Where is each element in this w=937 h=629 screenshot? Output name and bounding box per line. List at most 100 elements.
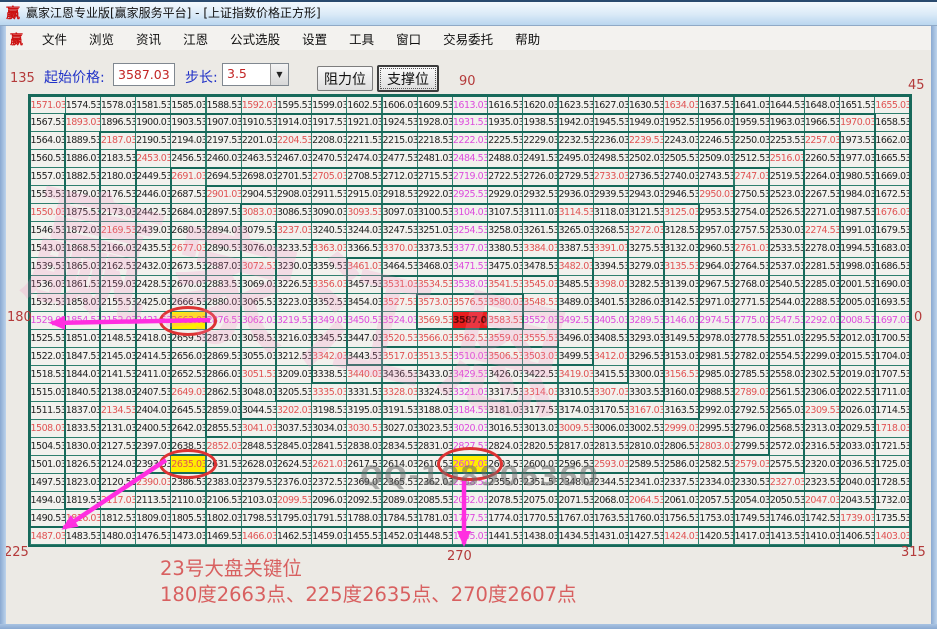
grid-cell: 2691.03 (171, 168, 205, 185)
grid-cell: 2316.53 (805, 438, 839, 455)
grid-cell: 2806.53 (664, 438, 698, 455)
grid-cell: 3555.53 (523, 330, 557, 347)
grid-cell: 3370.03 (383, 240, 417, 257)
grid-cell: 3128.53 (664, 222, 698, 239)
grid-cell: 1966.53 (805, 114, 839, 131)
grid-cell: 1977.03 (840, 150, 874, 167)
grid-cell: 2131.03 (101, 420, 135, 437)
grid-cell: 1770.53 (523, 510, 557, 527)
grid-cell: 2502.03 (629, 150, 663, 167)
grid-cell: 2698.03 (242, 168, 276, 185)
menu-item-7[interactable]: 工具 (338, 26, 385, 51)
grid-cell: 3562.53 (453, 330, 487, 347)
grid-cell: 1924.53 (383, 114, 417, 131)
grid-cell: 2061.03 (664, 492, 698, 509)
degree-label-315: 315 (901, 545, 926, 560)
grid-cell: 2936.03 (559, 186, 593, 203)
grid-cell: 1536.03 (31, 276, 65, 293)
grid-cell: 2365.53 (383, 474, 417, 491)
grid-cell: 2120.53 (101, 474, 135, 491)
grid-cell: 1420.53 (699, 528, 733, 545)
grid-cell: 1987.53 (840, 204, 874, 221)
menu-item-9[interactable]: 交易委托 (432, 26, 504, 51)
grid-cell: 3198.53 (312, 402, 346, 419)
grid-cell: 1963.03 (770, 114, 804, 131)
grid-cell: 1802.03 (207, 510, 241, 527)
grid-cell: 1427.53 (629, 528, 663, 545)
grid-cell: 2761.03 (735, 240, 769, 257)
grid-cell: 2775.03 (735, 312, 769, 329)
grid-cell: 2323.53 (805, 474, 839, 491)
grid-cell: 3023.53 (418, 420, 452, 437)
menu-item-3[interactable]: 资讯 (125, 26, 172, 51)
grid-cell: 2285.03 (805, 276, 839, 293)
grid-cell: 2148.53 (101, 330, 135, 347)
grid-cell: 2796.03 (735, 420, 769, 437)
menu-item-10[interactable]: 帮助 (504, 26, 551, 51)
grid-cell: 2652.53 (171, 366, 205, 383)
grid-cell: 2246.53 (699, 132, 733, 149)
grid-cell: 2705.03 (312, 168, 346, 185)
grid-cell: 1914.03 (277, 114, 311, 131)
grid-cell: 1707.53 (875, 366, 909, 383)
menu-item-5[interactable]: 公式选股 (219, 26, 291, 51)
grid-cell: 2138.03 (101, 384, 135, 401)
grid-cell: 3037.53 (277, 420, 311, 437)
grid-cell: 2470.53 (312, 150, 346, 167)
step-combo[interactable]: 3.5 ▼ (222, 63, 289, 86)
chevron-down-icon[interactable]: ▼ (270, 64, 288, 85)
grid-cell: 2607.03 (453, 456, 487, 473)
grid-cell: 1410.03 (805, 528, 839, 545)
menu-item-6[interactable]: 设置 (291, 26, 338, 51)
grid-cell: 2442.53 (136, 204, 170, 221)
grid-cell: 3090.03 (312, 204, 346, 221)
grid-cell: 3076.03 (242, 240, 276, 257)
degree-label-0: 0 (914, 310, 922, 325)
grid-cell: 3293.03 (629, 330, 663, 347)
grid-cell: 1662.03 (875, 132, 909, 149)
grid-cell: 3258.03 (488, 222, 522, 239)
grid-cell: 2729.53 (559, 168, 593, 185)
grid-cell: 3380.53 (488, 240, 522, 257)
grid-cell: 2176.53 (101, 186, 135, 203)
grid-cell: 1917.53 (312, 114, 346, 131)
grid-cell: 1634.03 (664, 97, 698, 114)
grid-cell: 1847.53 (66, 348, 100, 365)
grid-cell: 2701.53 (277, 168, 311, 185)
grid-cell: 2967.53 (699, 276, 733, 293)
resistance-button[interactable]: 阻力位 (317, 66, 373, 91)
grid-cell: 2631.53 (207, 456, 241, 473)
grid-cell: 2264.03 (805, 168, 839, 185)
grid-cell: 1798.53 (242, 510, 276, 527)
grid-cell: 2999.03 (664, 420, 698, 437)
grid-cell: 3100.53 (418, 204, 452, 221)
grid-cell: 3520.53 (383, 330, 417, 347)
grid-cell: 3254.53 (453, 222, 487, 239)
start-price-input[interactable] (113, 63, 175, 86)
grid-cell: 2673.53 (171, 258, 205, 275)
grid-cell: 2302.53 (805, 366, 839, 383)
grid-cell: 2827.53 (453, 438, 487, 455)
menu-item-4[interactable]: 江恩 (172, 26, 219, 51)
grid-cell: 2537.03 (770, 258, 804, 275)
support-button[interactable]: 支撑位 (377, 65, 439, 92)
grid-cell: 1697.03 (875, 312, 909, 329)
grid-cell: 3240.53 (312, 222, 346, 239)
grid-cell: 3489.03 (559, 294, 593, 311)
grid-cell: 2792.53 (735, 402, 769, 419)
grid-cell: 3261.53 (523, 222, 557, 239)
grid-cell: 2218.53 (418, 132, 452, 149)
menu-item-2[interactable]: 浏览 (78, 26, 125, 51)
grid-cell: 2831.03 (418, 438, 452, 455)
grid-cell: 2064.53 (629, 492, 663, 509)
menu-item-1[interactable]: 文件 (31, 26, 78, 51)
grid-cell: 2001.53 (840, 276, 874, 293)
grid-cell: 2145.03 (101, 348, 135, 365)
grid-cell: 2215.03 (383, 132, 417, 149)
app-logo-icon: 赢 (6, 3, 20, 23)
grid-cell: 2932.53 (523, 186, 557, 203)
grid-cell: 2029.53 (840, 420, 874, 437)
grid-cell: 1606.03 (383, 97, 417, 114)
menu-item-8[interactable]: 窗口 (385, 26, 432, 51)
grid-cell: 2953.53 (699, 204, 733, 221)
